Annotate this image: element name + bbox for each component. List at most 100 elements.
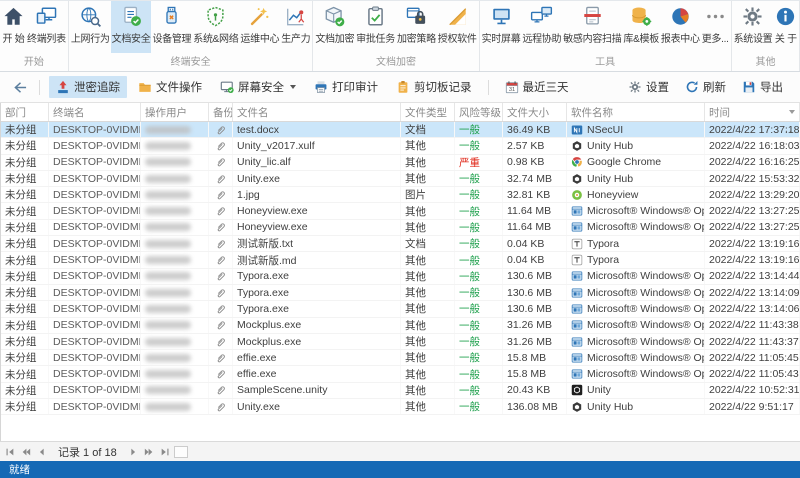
table-row[interactable]: 未分组DESKTOP-0VIDMDJ SampleScene.unity其他一般 2… [1,382,800,400]
table-row[interactable]: 未分组DESKTOP-0VIDMDJ test.docx文档一般 36.49 KB N… [1,122,800,139]
ribbon-button-doc-security[interactable]: 文档安全 [110,1,152,53]
column-header-app[interactable]: 软件名称 [567,103,705,121]
ribbon-button-productivity[interactable]: 生产力 [280,1,311,53]
cell-terminal: DESKTOP-0VIDMDJ [49,187,141,203]
table-row[interactable]: 未分组DESKTOP-0VIDMDJ Mockplus.exe其他一般 31.26 … [1,317,800,334]
table-row[interactable]: 未分组DESKTOP-0VIDMDJ Typora.exe其他一般 130.6 MB… [1,284,800,302]
ribbon-button-approval-task[interactable]: 审批任务 [355,1,396,53]
cell-app: Unity Hub [567,170,705,187]
table-row[interactable]: 未分组DESKTOP-0VIDMDJ Unity.exe其他一般 32.74 MB U… [1,170,800,188]
table-row[interactable]: 未分组DESKTOP-0VIDMDJ 测试新版.txt文档一般 0.04 KB Typ… [1,236,800,253]
column-header-size[interactable]: 文件大小 [503,103,567,121]
column-header-filename[interactable]: 文件名 [233,103,401,121]
column-header-risk[interactable]: 风险等级 [455,103,503,121]
pg-next-button[interactable] [126,445,140,459]
toolbar-button-clipboard-log[interactable]: 剪切板记录 [389,76,479,98]
toolbar-button-file-ops[interactable]: 文件操作 [131,76,209,98]
ribbon-button-ops-center[interactable]: 运维中心 [239,1,280,53]
cell-backup [209,170,233,187]
column-header-backup[interactable]: 备份 [209,103,233,121]
column-header-dept[interactable]: 部门 [1,103,49,121]
ribbon-button-encrypt-policy[interactable]: 加密策略 [396,1,437,53]
ribbon-group-label: 工具 [595,57,616,68]
paperclip-icon [215,156,227,168]
ribbon-button-device-mgmt[interactable]: 设备管理 [151,1,192,53]
toolbar-button-screen-safe[interactable]: 屏幕安全 [213,76,303,98]
column-header-terminal[interactable]: 终端名 [49,103,141,121]
pg-next-fast-button[interactable] [142,445,156,459]
cell-operator [141,154,209,170]
table-row[interactable]: 未分组DESKTOP-0VIDMDJ Mockplus.exe其他一般 31.26 … [1,333,800,351]
cell-filetype: 其他 [401,366,455,382]
table-row[interactable]: 未分组DESKTOP-0VIDMDJ effie.exe其他一般 15.8 MB Mi… [1,366,800,383]
ribbon-button-home[interactable]: 开 始 [1,1,26,53]
cell-dept: 未分组 [1,268,49,284]
cell-filetype: 其他 [401,219,455,236]
pg-prev-button[interactable] [35,445,49,459]
app-name: NSecUI [587,123,624,136]
app-window: 开 始终端列表 开始 上网行为 文档安全 设备管理 系统&网络 运维中心 生产力 终端安全 文档加… [0,0,800,478]
back-button[interactable] [10,77,30,97]
ribbon-button-licensed-sw[interactable]: 授权软件 [437,1,478,53]
table-row[interactable]: 未分组DESKTOP-0VIDMDJ Typora.exe其他一般 130.6 MB… [1,301,800,318]
cell-filetype: 其他 [401,382,455,399]
pg-first-button[interactable] [3,445,17,459]
toolbar-button-refresh[interactable]: 刷新 [678,76,733,98]
table-row[interactable]: 未分组DESKTOP-0VIDMDJ Honeyview.exe其他一般 11.64… [1,203,800,220]
toolbar-button-print-audit[interactable]: 打印审计 [307,76,385,98]
column-header-filetype[interactable]: 文件类型 [401,103,455,121]
ribbon-button-library-template[interactable]: 库&模板 [622,1,659,53]
row-more-icon[interactable]: ... [785,123,797,135]
table-row[interactable]: 未分组DESKTOP-0VIDMDJ Unity.exe其他一般 136.08 MB… [1,399,800,416]
cell-filetype: 其他 [401,170,455,187]
cell-filename: Mockplus.exe [233,333,401,350]
ribbon-button-more-dots[interactable]: 更多... [701,1,730,53]
table-row[interactable]: 未分组DESKTOP-0VIDMDJ Typora.exe其他一般 130.6 MB… [1,268,800,285]
toolbar-button-settings-gear[interactable]: 设置 [621,76,676,98]
cell-dept: 未分组 [1,203,49,219]
grid-body: 未分组DESKTOP-0VIDMDJtest.docx文档一般36.49 KBN… [1,122,800,441]
table-row[interactable]: 未分组DESKTOP-0VIDMDJ Honeyview.exe其他一般 11.64… [1,219,800,237]
ribbon-button-settings-gear[interactable]: 系统设置 [733,1,774,53]
cell-backup [209,236,233,252]
ribbon-button-sensitive-scan[interactable]: 敏感内容扫描 [562,1,622,53]
cell-terminal: DESKTOP-0VIDMDJ [49,138,141,154]
table-row[interactable]: 未分组DESKTOP-0VIDMDJ Unity_v2017.xulf其他一般 2.… [1,138,800,155]
cell-risk: 一般 [455,268,503,284]
library-template-icon [630,5,653,28]
column-filter-icon[interactable] [789,110,795,114]
cell-risk: 一般 [455,333,503,350]
operator-user-redacted [145,304,191,313]
ribbon-button-sys-network[interactable]: 系统&网络 [192,1,239,53]
ribbon-button-web-behavior[interactable]: 上网行为 [70,1,111,53]
toolbar-button-calendar[interactable]: 31 最近三天 [498,76,576,98]
ribbon-button-realtime-screen[interactable]: 实时屏幕 [481,1,522,53]
refresh-icon [685,80,699,94]
cell-operator [141,382,209,399]
ribbon-button-remote-assist[interactable]: 远程协助 [521,1,562,53]
cell-size: 130.6 MB [503,284,567,301]
ribbon-button-terminal-list[interactable]: 终端列表 [26,1,67,53]
column-header-time[interactable]: 时间 [705,103,800,121]
cell-app: Microsoft® Windows® Oper... [567,333,705,350]
table-row[interactable]: 未分组DESKTOP-0VIDMDJ effie.exe其他一般 15.8 MB Mi… [1,350,800,367]
windows-icon [571,270,583,282]
table-row[interactable]: 未分组DESKTOP-0VIDMDJ 测试新版.md其他一般 0.04 KB Typo… [1,252,800,269]
cell-filename: 1.jpg [233,187,401,203]
table-row[interactable]: 未分组DESKTOP-0VIDMDJ 1.jpg图片一般 32.81 KB Honey… [1,187,800,204]
toolbar-button-leak-trace[interactable]: 泄密追踪 [49,76,127,98]
pager-extra-button[interactable] [173,445,188,458]
ops-center-icon [248,5,271,28]
column-header-operator[interactable]: 操作用户 [141,103,209,121]
ribbon-button-doc-encrypt[interactable]: 文档加密 [314,1,355,53]
ribbon-button-about-info[interactable]: 关 于 [773,1,798,53]
pg-prev-fast-button[interactable] [19,445,33,459]
cell-dept: 未分组 [1,187,49,203]
cell-size: 0.98 KB [503,154,567,170]
licensed-sw-icon [446,5,469,28]
toolbar-button-export-save[interactable]: 导出 [735,76,790,98]
table-row[interactable]: 未分组DESKTOP-0VIDMDJ Unity_lic.alf其他严重 0.98 … [1,154,800,171]
pg-last-button[interactable] [158,445,172,459]
cell-backup [209,154,233,170]
ribbon-button-report-center[interactable]: 报表中心 [660,1,701,53]
